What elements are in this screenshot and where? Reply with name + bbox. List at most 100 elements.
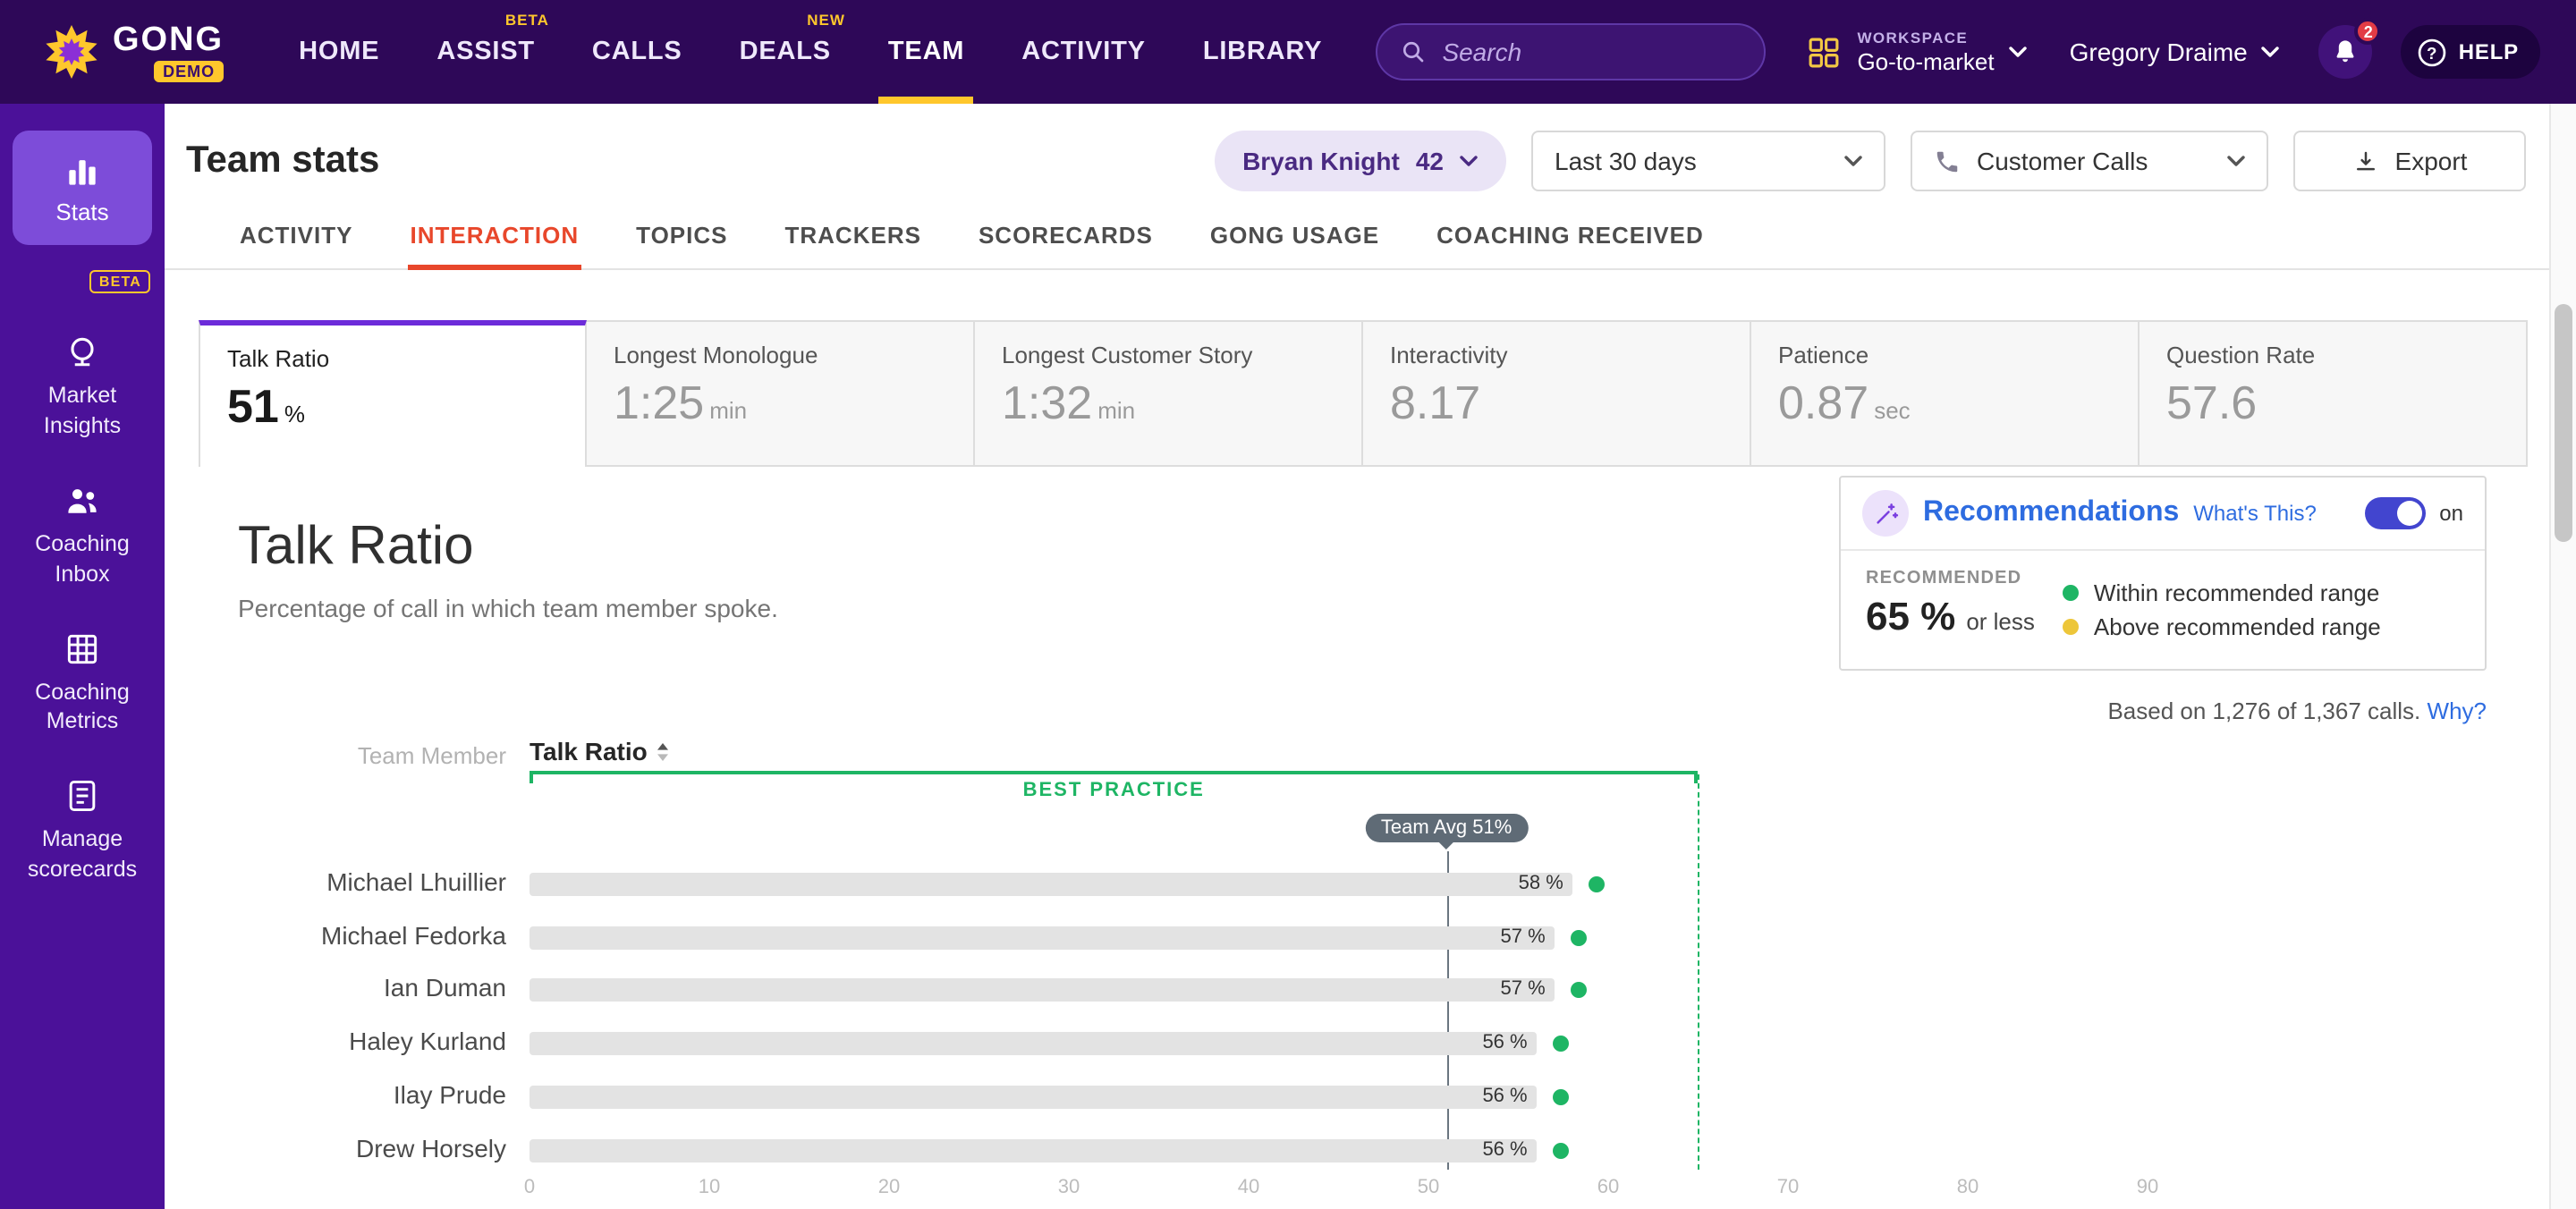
team-avg-line (1446, 851, 1448, 1170)
chart-member-name[interactable]: Drew Horsely (165, 1133, 506, 1162)
date-range-dropdown[interactable]: Last 30 days (1531, 131, 1885, 191)
gong-app: GONG DEMO HOMEBETAASSISTCALLSNEWDEALSTEA… (0, 0, 2576, 1209)
chart-status-dot (1571, 929, 1587, 945)
nav-item-team[interactable]: TEAM (888, 0, 964, 104)
x-axis-tick: 30 (1058, 1177, 1080, 1198)
metric-card-unit: % (284, 401, 305, 427)
sidebar-item-label: Market Insights (0, 381, 165, 442)
chevron-down-icon (2227, 156, 2245, 166)
metric-cards: Talk Ratio51%Longest Monologue1:25minLon… (199, 320, 2576, 467)
insights-icon (63, 333, 102, 372)
filter-controls: Bryan Knight 42 Last 30 days (1214, 131, 2526, 191)
metric-card-longest-monologue[interactable]: Longest Monologue1:25min (587, 320, 975, 467)
recommended-range: RECOMMENDED 65 % or less (1866, 569, 2035, 640)
column-header-talk-ratio[interactable]: Talk Ratio (530, 737, 671, 765)
chart-member-name[interactable]: Ian Duman (165, 974, 506, 1002)
chevron-down-icon (2262, 46, 2280, 57)
notifications-button[interactable]: 2 (2319, 25, 2373, 79)
gong-logo[interactable]: GONG DEMO (43, 22, 224, 81)
metric-card-patience[interactable]: Patience 0.87sec (1751, 320, 2140, 467)
tab-trackers[interactable]: TRACKERS (784, 206, 923, 268)
metric-card-label: Talk Ratio (227, 345, 585, 372)
chart-member-name[interactable]: Ilay Prude (165, 1080, 506, 1109)
question-mark-icon: ? (2418, 37, 2448, 67)
tab-gong-usage[interactable]: GONG USAGE (1208, 206, 1381, 268)
chevron-down-icon (1844, 156, 1862, 166)
nav-item-assist[interactable]: BETAASSIST (436, 0, 535, 104)
metric-card-longest-customer-story[interactable]: Longest Customer Story1:32min (975, 320, 1363, 467)
recommendations-panel: Recommendations What's This? on RECOMMEN… (1839, 476, 2487, 671)
nav-item-calls[interactable]: CALLS (592, 0, 682, 104)
stats-tabs: ACTIVITY INTERACTION TOPICS TRACKERS SCORECA… (165, 191, 2576, 270)
metric-card-question-rate[interactable]: Question Rate57.6 (2140, 320, 2528, 467)
sidebar-item-coaching-inbox[interactable]: Coaching Inbox (0, 481, 165, 590)
recommendations-title: Recommendations (1923, 497, 2179, 529)
page-header: Team stats Bryan Knight 42 Last 30 days (165, 104, 2576, 191)
nav-item-home[interactable]: HOME (299, 0, 379, 104)
workspace-grid-icon (1805, 33, 1843, 71)
recommendations-header: Recommendations What's This? on (1841, 478, 2485, 551)
sidebar-item-market-insights[interactable]: Market Insights (0, 333, 165, 442)
metric-card-interactivity[interactable]: Interactivity8.17 (1363, 320, 1751, 467)
sidebar-item-label: Manage scorecards (0, 825, 165, 886)
nav-item-label: DEALS (740, 38, 831, 66)
tab-topics[interactable]: TOPICS (634, 206, 729, 268)
tab-scorecards[interactable]: SCORECARDS (977, 206, 1155, 268)
sidebar-item-label: Coaching Inbox (0, 529, 165, 590)
help-button[interactable]: ? HELP (2402, 25, 2540, 79)
team-filter-dropdown[interactable]: Bryan Knight 42 (1214, 131, 1506, 191)
nav-item-label: ASSIST (436, 38, 535, 66)
metric-card-label: Patience (1778, 342, 2138, 368)
chart-status-dot (1571, 983, 1587, 999)
tab-interaction[interactable]: INTERACTION (408, 206, 580, 268)
svg-text:?: ? (2428, 43, 2438, 62)
tab-coaching-received[interactable]: COACHING RECEIVED (1435, 206, 1706, 268)
call-type-dropdown[interactable]: Customer Calls (1911, 131, 2268, 191)
export-button[interactable]: Export (2293, 131, 2526, 191)
sidebar-item-manage-scorecards[interactable]: Manage scorecards (0, 777, 165, 886)
user-menu[interactable]: Gregory Draime (2070, 38, 2280, 66)
nav-item-badge: NEW (807, 11, 845, 29)
sidebar-item-coaching-metrics[interactable]: Coaching Metrics (0, 629, 165, 738)
chart-member-name[interactable]: Michael Fedorka (165, 920, 506, 949)
tab-activity[interactable]: ACTIVITY (238, 206, 354, 268)
user-name: Gregory Draime (2070, 38, 2248, 66)
search-input[interactable] (1442, 38, 1742, 66)
filter-count: 42 (1416, 147, 1444, 175)
whats-this-link[interactable]: What's This? (2193, 501, 2317, 526)
chart-status-dot (1553, 1089, 1569, 1105)
x-axis-tick: 80 (1957, 1177, 1979, 1198)
chart-bar-value: 57 % (1501, 926, 1546, 949)
metric-card-value: 0.87sec (1778, 379, 2138, 426)
nav-item-activity[interactable]: ACTIVITY (1021, 0, 1146, 104)
workspace-label: WORKSPACE (1857, 29, 1994, 46)
nav-item-badge: BETA (505, 11, 549, 29)
chart-bar: 57 % (530, 979, 1555, 1002)
sidebar-beta-badge: BETA (90, 270, 150, 293)
sidebar-item-label: Coaching Metrics (0, 677, 165, 738)
metric-card-label: Interactivity (1390, 342, 1750, 368)
sidebar-item-label: Stats (55, 198, 108, 224)
why-link[interactable]: Why? (2428, 698, 2487, 724)
scrollbar-thumb[interactable] (2555, 304, 2572, 542)
sidebar-item-stats[interactable]: Stats (13, 131, 152, 245)
metric-card-label: Longest Monologue (614, 342, 973, 368)
date-range-value: Last 30 days (1555, 147, 1828, 175)
legend-item: Within recommended range (2063, 579, 2381, 606)
chart-status-dot (1589, 876, 1605, 892)
chevron-down-icon (1460, 156, 1478, 166)
people-icon (63, 481, 102, 520)
chart-bar: 56 % (530, 1138, 1537, 1162)
chart-member-name[interactable]: Michael Lhuillier (165, 867, 506, 896)
workspace-selector[interactable]: WORKSPACE Go-to-market (1805, 29, 2026, 75)
based-on-text: Based on 1,276 of 1,367 calls. (2107, 698, 2420, 724)
global-search[interactable] (1376, 23, 1766, 80)
chart-bar: 56 % (530, 1086, 1537, 1109)
x-axis-tick: 50 (1418, 1177, 1440, 1198)
metric-card-talk-ratio[interactable]: Talk Ratio51% (199, 320, 587, 467)
nav-item-deals[interactable]: NEWDEALS (740, 0, 831, 104)
best-practice-label: BEST PRACTICE (1023, 780, 1205, 801)
recommendations-toggle[interactable] (2364, 497, 2425, 529)
chart-member-name[interactable]: Haley Kurland (165, 1027, 506, 1055)
nav-item-library[interactable]: LIBRARY (1203, 0, 1322, 104)
